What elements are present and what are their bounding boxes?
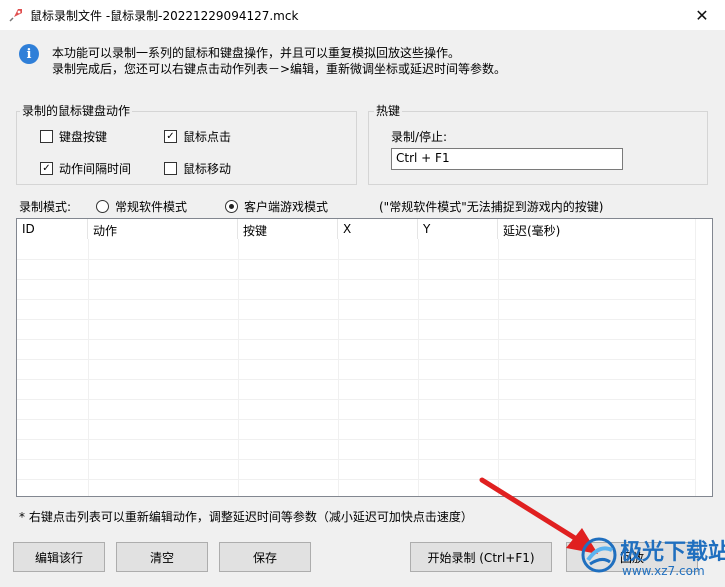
info-icon: i — [19, 44, 39, 64]
clear-button[interactable]: 清空 — [116, 542, 208, 572]
grid-row-line — [17, 419, 697, 420]
checkbox-box-keyboard[interactable] — [40, 130, 53, 143]
title-bar: 鼠标录制文件 -鼠标录制-20221229094127.mck ✕ — [0, 0, 725, 30]
action-list-table[interactable]: ID 动作 按键 X Y 延迟(毫秒) — [16, 218, 713, 497]
hotkey-group-title: 热键 — [374, 102, 403, 119]
edit-row-button[interactable]: 编辑该行 — [13, 542, 105, 572]
radio-circle-normal[interactable] — [96, 200, 109, 213]
column-header-y[interactable]: Y — [418, 219, 498, 239]
mouse-click-checkbox[interactable]: ✓ 鼠标点击 — [164, 128, 231, 145]
game-mode-radio[interactable]: 客户端游戏模式 — [225, 198, 328, 215]
info-text-line-2: 录制完成后，您还可以右键点击动作列表－>编辑，重新微调坐标或延迟时间等参数。 — [52, 62, 507, 76]
checkbox-label-interval: 动作间隔时间 — [59, 162, 132, 176]
column-header-x[interactable]: X — [338, 219, 418, 239]
grid-row-line — [17, 439, 697, 440]
watermark-url: www.xz7.com — [622, 564, 705, 578]
checkbox-box-interval[interactable]: ✓ — [40, 162, 53, 175]
grid-row-line — [17, 339, 697, 340]
grid-row-line — [17, 279, 697, 280]
column-header-id[interactable]: ID — [17, 219, 88, 239]
grid-row-line — [17, 399, 697, 400]
table-header: ID 动作 按键 X Y 延迟(毫秒) — [17, 219, 697, 239]
grid-column-line — [498, 239, 499, 496]
column-header-key[interactable]: 按键 — [238, 219, 338, 239]
rocket-app-icon — [9, 9, 22, 22]
recording-dialog: 鼠标录制文件 -鼠标录制-20221229094127.mck ✕ i 本功能可… — [0, 0, 725, 587]
mode-hint: ("常规软件模式"无法捕捉到游戏内的按键) — [379, 200, 604, 214]
checkbox-label-mouse-click: 鼠标点击 — [183, 130, 232, 144]
grid-column-line — [418, 239, 419, 496]
keyboard-checkbox[interactable]: 键盘按键 — [40, 128, 107, 145]
radio-circle-game[interactable] — [225, 200, 238, 213]
radio-selected-dot — [229, 204, 234, 209]
close-button[interactable]: ✕ — [679, 0, 725, 30]
radio-label-normal: 常规软件模式 — [115, 200, 188, 214]
checkbox-label-keyboard: 键盘按键 — [59, 130, 108, 144]
grid-row-line — [17, 299, 697, 300]
actions-group-title: 录制的鼠标键盘动作 — [20, 102, 133, 119]
brand-logo-icon — [581, 537, 617, 573]
mouse-move-checkbox[interactable]: 鼠标移动 — [164, 160, 231, 177]
watermark: 极光下载站 www.xz7.com — [572, 530, 725, 586]
grid-row-line — [17, 459, 697, 460]
info-text-line-1: 本功能可以录制一系列的鼠标和键盘操作，并且可以重复模拟回放这些操作。 — [52, 46, 461, 60]
save-button[interactable]: 保存 — [219, 542, 311, 572]
normal-mode-radio[interactable]: 常规软件模式 — [96, 198, 187, 215]
hotkey-label: 录制/停止: — [391, 130, 448, 144]
window-title: 鼠标录制文件 -鼠标录制-20221229094127.mck — [30, 9, 299, 23]
record-mode-label: 录制模式: — [19, 200, 72, 214]
grid-row-line — [17, 359, 697, 360]
grid-column-line — [88, 239, 89, 496]
grid-row-line — [17, 379, 697, 380]
column-header-action[interactable]: 动作 — [88, 219, 238, 239]
hotkey-input[interactable]: Ctrl + F1 — [391, 148, 623, 170]
interval-checkbox[interactable]: ✓ 动作间隔时间 — [40, 160, 131, 177]
radio-label-game: 客户端游戏模式 — [244, 200, 329, 214]
checkbox-box-mouse-click[interactable]: ✓ — [164, 130, 177, 143]
watermark-brand: 极光下载站 — [620, 540, 725, 565]
table-body[interactable] — [17, 239, 697, 496]
grid-column-line — [338, 239, 339, 496]
grid-row-line — [17, 259, 697, 260]
grid-row-line — [17, 319, 697, 320]
column-header-delay[interactable]: 延迟(毫秒) — [498, 219, 697, 239]
checkbox-box-mouse-move[interactable] — [164, 162, 177, 175]
table-footnote: * 右键点击列表可以重新编辑动作，调整延迟时间等参数（减小延迟可加快点击速度） — [19, 510, 473, 524]
grid-column-line — [238, 239, 239, 496]
checkbox-label-mouse-move: 鼠标移动 — [183, 162, 232, 176]
vertical-scrollbar[interactable] — [695, 219, 712, 496]
